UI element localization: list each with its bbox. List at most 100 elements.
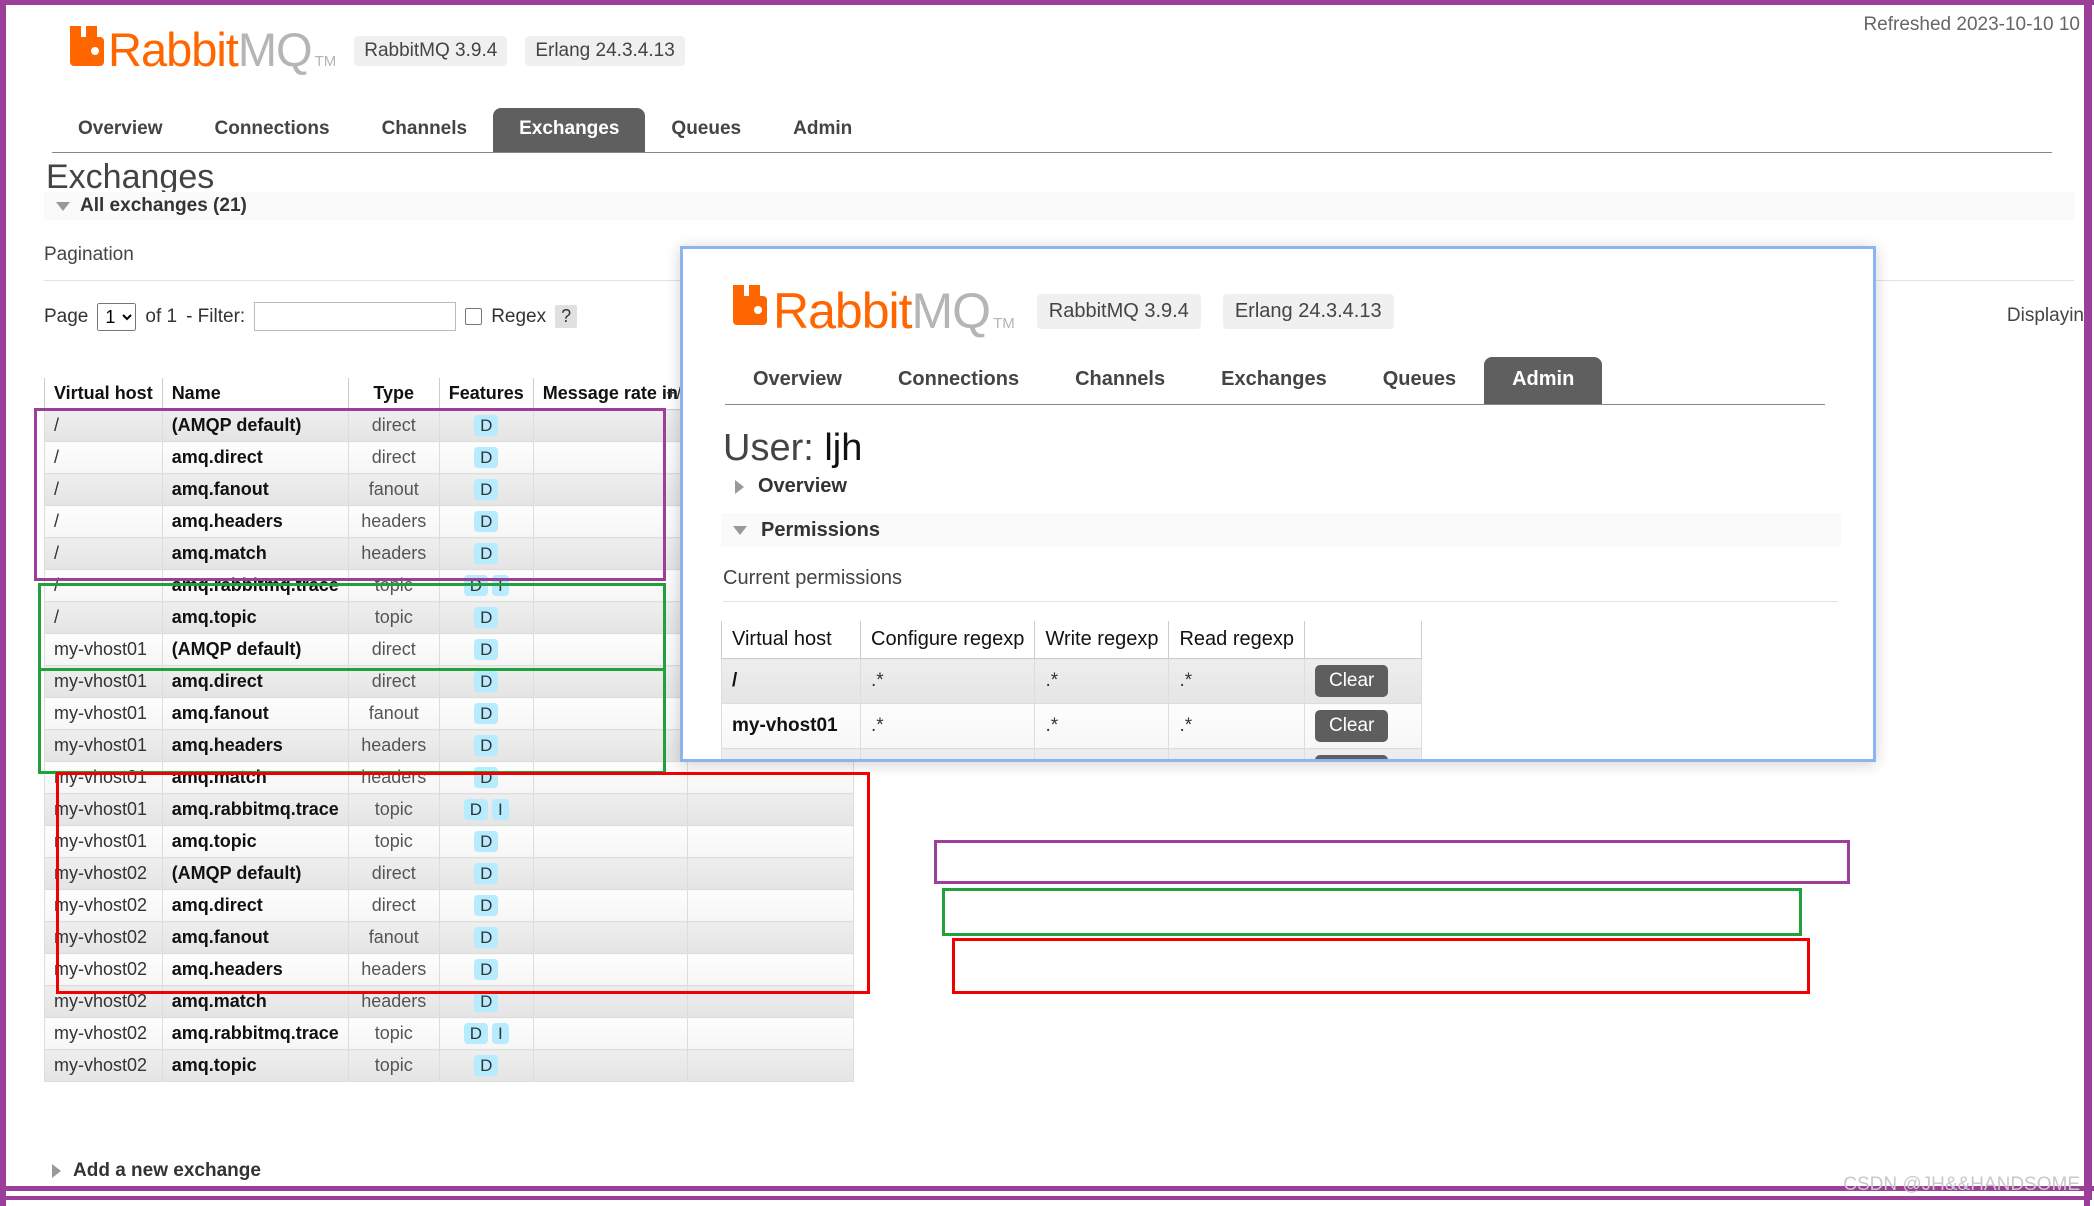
tab-connections[interactable]: Connections bbox=[189, 108, 356, 152]
cell-virtual-host[interactable]: my-vhost02 bbox=[44, 889, 163, 922]
cell-exchange-name[interactable]: amq.direct bbox=[161, 889, 349, 922]
clear-permission-button[interactable]: Clear bbox=[1314, 710, 1389, 742]
table-row[interactable]: my-vhost02 amq.match headers D bbox=[44, 985, 854, 1018]
inner-tab-admin[interactable]: Admin bbox=[1484, 357, 1603, 404]
clear-permission-button[interactable]: Clear bbox=[1314, 755, 1389, 759]
cell-virtual-host[interactable]: / bbox=[44, 473, 163, 506]
chevron-down-icon bbox=[56, 201, 70, 211]
cell-virtual-host[interactable]: my-vhost02 bbox=[44, 1049, 163, 1082]
col-type[interactable]: Type bbox=[347, 378, 440, 410]
permissions-table-row: my-vhost01 .* .* .* Clear bbox=[721, 703, 1422, 749]
inner-tab-exchanges[interactable]: Exchanges bbox=[1193, 357, 1355, 404]
table-row[interactable]: my-vhost01 amq.rabbitmq.trace topic D I bbox=[44, 793, 854, 826]
cell-exchange-name[interactable]: amq.topic bbox=[161, 601, 349, 634]
cell-virtual-host[interactable]: my-vhost02 bbox=[44, 1017, 163, 1050]
table-row[interactable]: my-vhost02 amq.headers headers D bbox=[44, 953, 854, 986]
page-select[interactable]: 1 bbox=[97, 302, 137, 331]
cell-exchange-name[interactable]: (AMQP default) bbox=[161, 857, 349, 890]
permissions-table-row: / .* .* .* Clear bbox=[721, 658, 1422, 704]
cell-exchange-name[interactable]: amq.fanout bbox=[161, 921, 349, 954]
tab-admin[interactable]: Admin bbox=[767, 108, 878, 152]
cell-exchange-name[interactable]: amq.headers bbox=[161, 505, 349, 538]
cell-exchange-name[interactable]: amq.fanout bbox=[161, 473, 349, 506]
col-name[interactable]: Name bbox=[161, 378, 349, 410]
cell-virtual-host[interactable]: my-vhost01 bbox=[44, 825, 163, 858]
perm-cell-virtual-host[interactable]: my-vhost02 bbox=[721, 748, 861, 759]
cell-exchange-name[interactable]: amq.fanout bbox=[161, 697, 349, 730]
cell-virtual-host[interactable]: my-vhost02 bbox=[44, 953, 163, 986]
cell-message-rate-in bbox=[532, 569, 688, 602]
inner-rabbitmq-logo[interactable]: Rabbit MQ TM bbox=[733, 285, 1015, 336]
cell-exchange-name[interactable]: amq.rabbitmq.trace bbox=[161, 1017, 349, 1050]
filter-input[interactable] bbox=[254, 302, 457, 331]
cell-virtual-host[interactable]: / bbox=[44, 537, 163, 570]
cell-exchange-name[interactable]: amq.direct bbox=[161, 441, 349, 474]
cell-message-rate-out bbox=[686, 1049, 854, 1082]
clear-permission-button[interactable]: Clear bbox=[1314, 665, 1389, 697]
table-row[interactable]: my-vhost02 amq.direct direct D bbox=[44, 889, 854, 922]
feature-internal-badge: I bbox=[492, 1023, 509, 1044]
cell-virtual-host[interactable]: / bbox=[44, 441, 163, 474]
perm-col-configure-regexp[interactable]: Configure regexp bbox=[859, 621, 1036, 659]
cell-exchange-name[interactable]: amq.direct bbox=[161, 665, 349, 698]
table-row[interactable]: my-vhost01 amq.match headers D bbox=[44, 761, 854, 794]
cell-exchange-name[interactable]: amq.rabbitmq.trace bbox=[161, 793, 349, 826]
cell-virtual-host[interactable]: my-vhost01 bbox=[44, 665, 163, 698]
cell-virtual-host[interactable]: / bbox=[44, 505, 163, 538]
cell-virtual-host[interactable]: / bbox=[44, 601, 163, 634]
cell-exchange-name[interactable]: amq.headers bbox=[161, 729, 349, 762]
cell-exchange-name[interactable]: amq.match bbox=[161, 537, 349, 570]
user-overview-section-header[interactable]: Overview bbox=[735, 475, 847, 498]
cell-exchange-name[interactable]: (AMQP default) bbox=[161, 409, 349, 442]
rabbitmq-logo[interactable]: Rabbit MQ TM bbox=[70, 23, 336, 76]
inner-tab-channels[interactable]: Channels bbox=[1047, 357, 1193, 404]
main-navbar: Overview Connections Channels Exchanges … bbox=[52, 108, 2052, 153]
cell-exchange-name[interactable]: amq.match bbox=[161, 761, 349, 794]
cell-exchange-name[interactable]: amq.headers bbox=[161, 953, 349, 986]
tab-overview[interactable]: Overview bbox=[52, 108, 189, 152]
table-row[interactable]: my-vhost01 amq.topic topic D bbox=[44, 825, 854, 858]
cell-exchange-name[interactable]: amq.rabbitmq.trace bbox=[161, 569, 349, 602]
cell-virtual-host[interactable]: my-vhost01 bbox=[44, 697, 163, 730]
cell-exchange-name[interactable]: amq.match bbox=[161, 985, 349, 1018]
col-features[interactable]: Features bbox=[438, 378, 534, 410]
cell-virtual-host[interactable]: my-vhost02 bbox=[44, 985, 163, 1018]
cell-virtual-host[interactable]: my-vhost01 bbox=[44, 761, 163, 794]
table-row[interactable]: my-vhost02 (AMQP default) direct D bbox=[44, 857, 854, 890]
tab-channels[interactable]: Channels bbox=[356, 108, 494, 152]
cell-virtual-host[interactable]: / bbox=[44, 409, 163, 442]
cell-type: fanout bbox=[347, 473, 440, 506]
perm-col-virtual-host[interactable]: Virtual host bbox=[721, 621, 861, 659]
inner-tab-overview[interactable]: Overview bbox=[725, 357, 870, 404]
perm-col-write-regexp[interactable]: Write regexp bbox=[1034, 621, 1170, 659]
cell-exchange-name[interactable]: (AMQP default) bbox=[161, 633, 349, 666]
logo-text-rabbit: Rabbit bbox=[108, 23, 239, 76]
cell-exchange-name[interactable]: amq.topic bbox=[161, 1049, 349, 1082]
cell-virtual-host[interactable]: my-vhost01 bbox=[44, 633, 163, 666]
col-virtual-host[interactable]: Virtual host bbox=[44, 378, 163, 410]
tab-exchanges[interactable]: Exchanges bbox=[493, 108, 646, 152]
feature-durable-badge: D bbox=[474, 863, 499, 884]
cell-virtual-host[interactable]: my-vhost01 bbox=[44, 793, 163, 826]
inner-tab-connections[interactable]: Connections bbox=[870, 357, 1047, 404]
table-row[interactable]: my-vhost02 amq.topic topic D bbox=[44, 1049, 854, 1082]
cell-features: D bbox=[438, 825, 534, 858]
perm-col-read-regexp[interactable]: Read regexp bbox=[1168, 621, 1305, 659]
inner-tab-queues[interactable]: Queues bbox=[1355, 357, 1484, 404]
cell-virtual-host[interactable]: my-vhost02 bbox=[44, 857, 163, 890]
add-new-exchange-section[interactable]: Add a new exchange bbox=[52, 1160, 261, 1182]
cell-virtual-host[interactable]: / bbox=[44, 569, 163, 602]
cell-virtual-host[interactable]: my-vhost01 bbox=[44, 729, 163, 762]
tab-queues[interactable]: Queues bbox=[645, 108, 767, 152]
all-exchanges-section-header[interactable]: All exchanges (21) bbox=[44, 192, 2074, 220]
cell-exchange-name[interactable]: amq.topic bbox=[161, 825, 349, 858]
perm-cell-virtual-host[interactable]: / bbox=[721, 658, 861, 704]
regex-help-icon[interactable]: ? bbox=[555, 305, 578, 328]
table-row[interactable]: my-vhost02 amq.fanout fanout D bbox=[44, 921, 854, 954]
cell-virtual-host[interactable]: my-vhost02 bbox=[44, 921, 163, 954]
feature-durable-badge: D bbox=[474, 767, 499, 788]
regex-checkbox[interactable] bbox=[465, 308, 483, 325]
permissions-section-header[interactable]: Permissions bbox=[721, 513, 1841, 547]
table-row[interactable]: my-vhost02 amq.rabbitmq.trace topic D I bbox=[44, 1017, 854, 1050]
perm-cell-virtual-host[interactable]: my-vhost01 bbox=[721, 703, 861, 749]
